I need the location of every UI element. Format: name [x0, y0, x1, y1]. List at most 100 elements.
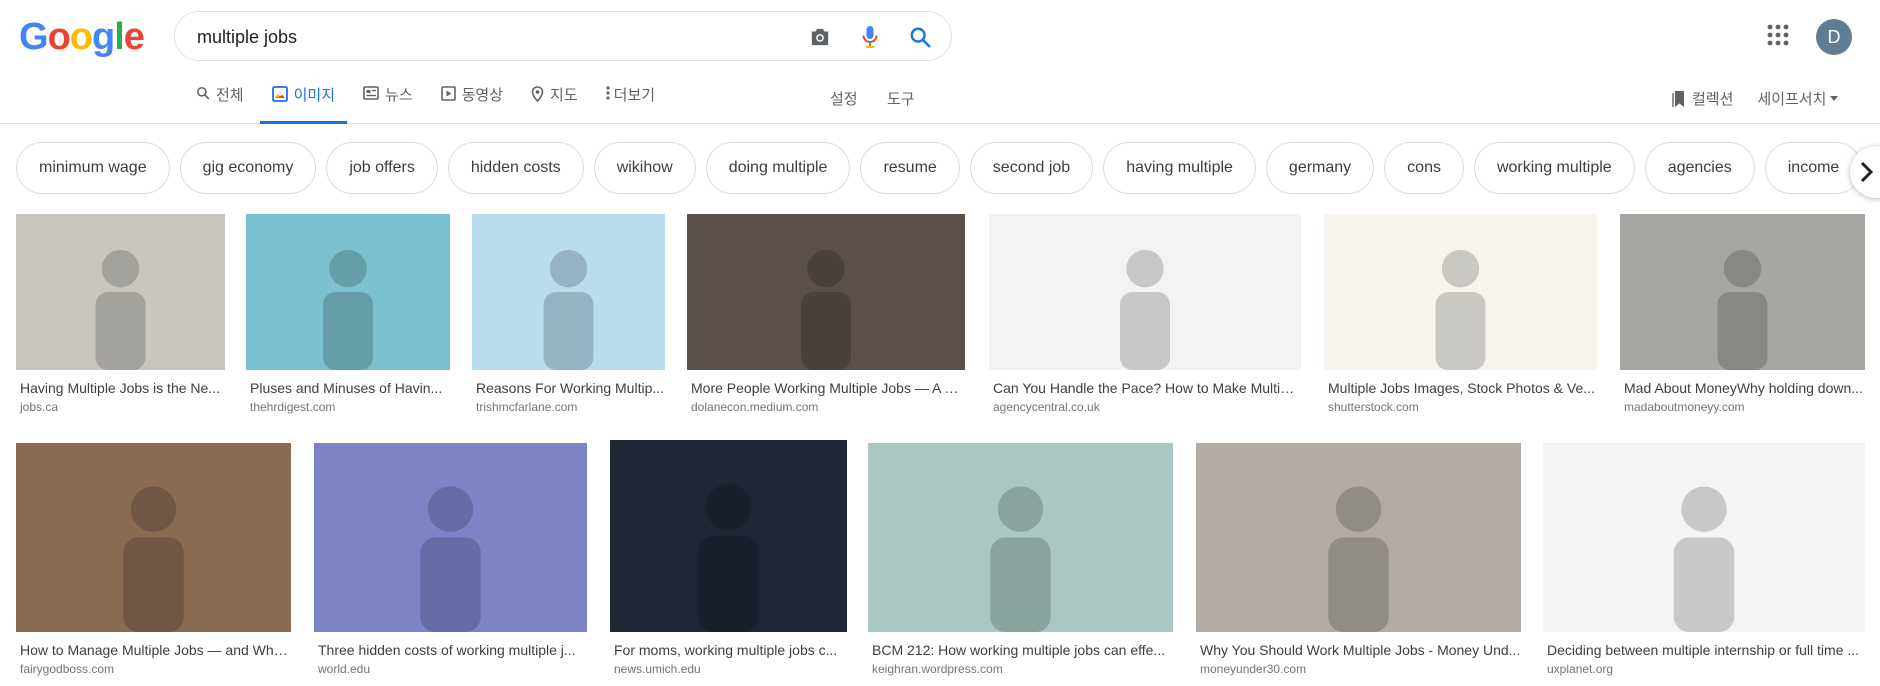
- image-result-source: news.umich.edu: [614, 662, 701, 676]
- search-icon: [196, 86, 210, 100]
- tab-all[interactable]: 전체: [196, 84, 244, 124]
- tab-images[interactable]: 이미지: [259, 84, 348, 124]
- safesearch-link[interactable]: 세이프서치: [1757, 88, 1826, 109]
- image-result[interactable]: Can You Handle the Pace? How to Make Mul…: [989, 214, 1301, 426]
- tab-label: 동영상: [461, 87, 504, 104]
- image-result-title[interactable]: Reasons For Working Multip...: [476, 380, 665, 396]
- related-searches-chips: minimum wage gig economy job offers hidden …: [16, 142, 1880, 194]
- chip[interactable]: doing multiple: [705, 142, 851, 194]
- image-result-source: uxplanet.org: [1547, 662, 1614, 676]
- image-result-title[interactable]: Mad About MoneyWhy holding down...: [1624, 380, 1865, 396]
- image-result[interactable]: Deciding between multiple internship or …: [1543, 443, 1865, 686]
- image-thumbnail[interactable]: [1196, 443, 1521, 632]
- chip[interactable]: job offers: [326, 142, 438, 194]
- search-icon[interactable]: [907, 24, 933, 50]
- tab-label: 이미지: [293, 87, 336, 104]
- image-result-source: madaboutmoneyy.com: [1624, 400, 1745, 414]
- bookmark-icon[interactable]: [1672, 90, 1686, 108]
- camera-icon[interactable]: [807, 24, 833, 50]
- tab-label: 더보기: [613, 87, 656, 104]
- chip[interactable]: germany: [1265, 142, 1375, 194]
- tab-label: 뉴스: [385, 87, 413, 104]
- apps-grid-icon[interactable]: [1767, 24, 1793, 50]
- tab-label: 전체: [216, 87, 244, 104]
- google-logo[interactable]: Google: [19, 16, 145, 59]
- chip[interactable]: income: [1764, 142, 1863, 194]
- image-result-title[interactable]: Pluses and Minuses of Havin...: [250, 380, 450, 396]
- news-icon: [363, 86, 379, 100]
- logo-letter: o: [47, 16, 71, 58]
- chip[interactable]: minimum wage: [16, 142, 170, 194]
- chip[interactable]: cons: [1384, 142, 1464, 194]
- collections-link[interactable]: 컬렉션: [1692, 88, 1733, 109]
- image-result-title[interactable]: Having Multiple Jobs is the Ne...: [20, 380, 225, 396]
- logo-letter: G: [19, 16, 49, 58]
- image-result-title[interactable]: Deciding between multiple internship or …: [1547, 642, 1865, 658]
- image-result-source: thehrdigest.com: [250, 400, 336, 414]
- settings-link[interactable]: 설정: [830, 88, 858, 109]
- tab-more[interactable]: 더보기: [606, 84, 655, 124]
- tab-maps[interactable]: 지도: [531, 84, 578, 124]
- image-result-title[interactable]: How to Manage Multiple Jobs — and Why...: [20, 642, 291, 658]
- image-result[interactable]: For moms, working multiple jobs c... news…: [610, 440, 847, 686]
- image-result[interactable]: Pluses and Minuses of Havin... thehrdiges…: [246, 214, 450, 426]
- image-thumbnail[interactable]: [610, 440, 847, 632]
- image-result-title[interactable]: Three hidden costs of working multiple j…: [318, 642, 587, 658]
- avatar[interactable]: D: [1816, 19, 1852, 55]
- chip[interactable]: second job: [969, 142, 1094, 194]
- image-result[interactable]: Reasons For Working Multip... trishmcfarl…: [472, 214, 665, 426]
- image-result[interactable]: Multiple Jobs Images, Stock Photos & Ve.…: [1324, 214, 1597, 426]
- image-thumbnail[interactable]: [1620, 214, 1865, 370]
- chip[interactable]: working multiple: [1473, 142, 1635, 194]
- image-result-source: jobs.ca: [20, 400, 59, 414]
- microphone-icon[interactable]: [857, 24, 883, 50]
- image-thumbnail[interactable]: [989, 214, 1301, 370]
- search-input[interactable]: [197, 24, 757, 50]
- image-result[interactable]: More People Working Multiple Jobs — A G.…: [687, 214, 965, 426]
- chip[interactable]: agencies: [1644, 142, 1755, 194]
- caret-down-icon[interactable]: [1830, 96, 1839, 101]
- image-result[interactable]: Why You Should Work Multiple Jobs - Mone…: [1196, 443, 1521, 686]
- image-result[interactable]: How to Manage Multiple Jobs — and Why...…: [16, 443, 291, 686]
- image-result-source: fairygodboss.com: [20, 662, 115, 676]
- image-result-title[interactable]: Multiple Jobs Images, Stock Photos & Ve.…: [1328, 380, 1597, 396]
- image-result-title[interactable]: Can You Handle the Pace? How to Make Mul…: [993, 380, 1301, 396]
- image-result-title[interactable]: More People Working Multiple Jobs — A G.…: [691, 380, 965, 396]
- image-result[interactable]: Having Multiple Jobs is the Ne... jobs.ca: [16, 214, 225, 426]
- map-pin-icon: [531, 86, 544, 102]
- logo-letter: l: [114, 16, 125, 58]
- chevron-right-icon: [1860, 161, 1874, 183]
- chip[interactable]: having multiple: [1103, 142, 1256, 194]
- tab-news[interactable]: 뉴스: [363, 84, 413, 124]
- chip[interactable]: resume: [860, 142, 960, 194]
- image-thumbnail[interactable]: [472, 214, 665, 370]
- image-result-source: moneyunder30.com: [1200, 662, 1307, 676]
- image-thumbnail[interactable]: [687, 214, 965, 370]
- logo-letter: g: [92, 16, 115, 58]
- image-result-title[interactable]: Why You Should Work Multiple Jobs - Mone…: [1200, 642, 1521, 658]
- search-box[interactable]: [174, 11, 952, 61]
- image-thumbnail[interactable]: [1324, 214, 1597, 370]
- chip[interactable]: gig economy: [179, 142, 317, 194]
- chip[interactable]: wikihow: [593, 142, 696, 194]
- tools-link[interactable]: 도구: [887, 88, 915, 109]
- image-result[interactable]: BCM 212: How working multiple jobs can e…: [868, 443, 1173, 686]
- search-tabs: 전체 이미지 뉴스 동영상 지도 더보기: [196, 84, 683, 124]
- image-thumbnail[interactable]: [868, 443, 1173, 632]
- image-thumbnail[interactable]: [16, 214, 225, 370]
- image-thumbnail[interactable]: [246, 214, 450, 370]
- image-result[interactable]: Mad About MoneyWhy holding down... madabo…: [1620, 214, 1865, 426]
- image-thumbnail[interactable]: [16, 443, 291, 632]
- image-result[interactable]: Three hidden costs of working multiple j…: [314, 443, 587, 686]
- tab-videos[interactable]: 동영상: [440, 84, 504, 124]
- image-thumbnail[interactable]: [1543, 443, 1865, 632]
- logo-letter: o: [69, 16, 93, 58]
- image-result-source: agencycentral.co.uk: [993, 400, 1100, 414]
- image-thumbnail[interactable]: [314, 443, 587, 632]
- image-result-source: world.edu: [318, 662, 371, 676]
- chip[interactable]: hidden costs: [447, 142, 584, 194]
- image-result-title[interactable]: For moms, working multiple jobs c...: [614, 642, 847, 658]
- logo-letter: e: [123, 16, 145, 58]
- image-result-title[interactable]: BCM 212: How working multiple jobs can e…: [872, 642, 1173, 658]
- tab-label: 지도: [550, 87, 578, 104]
